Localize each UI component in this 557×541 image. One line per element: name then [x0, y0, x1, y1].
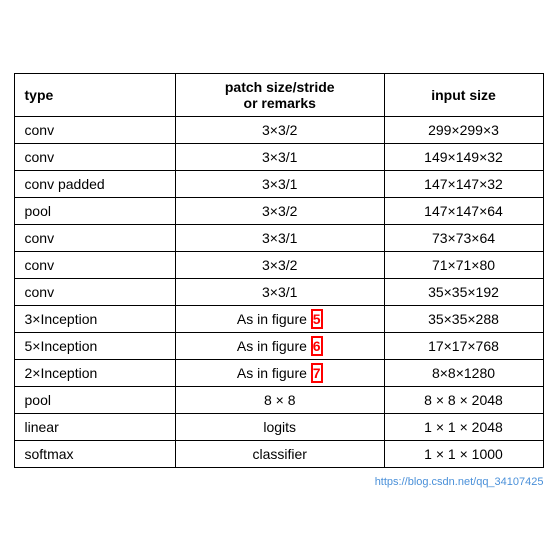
cell-patch: 3×3/1 — [175, 225, 384, 252]
col-header-patch-line2: or remarks — [244, 95, 316, 111]
cell-patch: logits — [175, 414, 384, 441]
watermark: https://blog.csdn.net/qq_34107425 — [375, 476, 544, 488]
table-row: linearlogits1 × 1 × 2048 — [14, 414, 543, 441]
cell-input: 299×299×3 — [384, 117, 543, 144]
cell-input: 17×17×768 — [384, 333, 543, 360]
col-header-input: input size — [384, 74, 543, 117]
table-row: conv3×3/2299×299×3 — [14, 117, 543, 144]
table-row: 3×InceptionAs in figure 535×35×288 — [14, 306, 543, 333]
cell-type: conv — [14, 225, 175, 252]
table-row: softmaxclassifier1 × 1 × 1000 — [14, 441, 543, 468]
cell-input: 8×8×1280 — [384, 360, 543, 387]
patch-prefix: As in figure — [237, 311, 311, 327]
cell-input: 35×35×192 — [384, 279, 543, 306]
cell-input: 149×149×32 — [384, 144, 543, 171]
table-row: conv3×3/173×73×64 — [14, 225, 543, 252]
cell-type: conv — [14, 117, 175, 144]
patch-prefix: As in figure — [237, 365, 311, 381]
cell-patch: 3×3/1 — [175, 171, 384, 198]
table-row: conv padded3×3/1147×147×32 — [14, 171, 543, 198]
cell-type: conv — [14, 252, 175, 279]
cell-type: conv padded — [14, 171, 175, 198]
cell-type: pool — [14, 198, 175, 225]
cell-type: 5×Inception — [14, 333, 175, 360]
patch-number: 5 — [311, 309, 323, 329]
cell-input: 35×35×288 — [384, 306, 543, 333]
cell-input: 73×73×64 — [384, 225, 543, 252]
cell-type: 3×Inception — [14, 306, 175, 333]
cell-patch: As in figure 6 — [175, 333, 384, 360]
cell-patch: As in figure 5 — [175, 306, 384, 333]
table-row: conv3×3/135×35×192 — [14, 279, 543, 306]
architecture-table: type patch size/stride or remarks input … — [14, 73, 544, 468]
cell-type: linear — [14, 414, 175, 441]
cell-input: 1 × 1 × 1000 — [384, 441, 543, 468]
table-row: pool8 × 88 × 8 × 2048 — [14, 387, 543, 414]
table-row: conv3×3/271×71×80 — [14, 252, 543, 279]
table-row: 5×InceptionAs in figure 617×17×768 — [14, 333, 543, 360]
table-row: 2×InceptionAs in figure 78×8×1280 — [14, 360, 543, 387]
cell-input: 147×147×64 — [384, 198, 543, 225]
col-header-type: type — [14, 74, 175, 117]
table-row: conv3×3/1149×149×32 — [14, 144, 543, 171]
table-row: pool3×3/2147×147×64 — [14, 198, 543, 225]
cell-patch: 3×3/2 — [175, 252, 384, 279]
patch-prefix: As in figure — [237, 338, 311, 354]
col-header-patch: patch size/stride or remarks — [175, 74, 384, 117]
cell-type: conv — [14, 279, 175, 306]
cell-patch: 3×3/2 — [175, 198, 384, 225]
patch-number: 7 — [311, 363, 323, 383]
table-container: type patch size/stride or remarks input … — [14, 73, 544, 468]
cell-input: 1 × 1 × 2048 — [384, 414, 543, 441]
cell-type: 2×Inception — [14, 360, 175, 387]
cell-input: 8 × 8 × 2048 — [384, 387, 543, 414]
header-row: type patch size/stride or remarks input … — [14, 74, 543, 117]
col-header-patch-line1: patch size/stride — [225, 79, 335, 95]
cell-type: conv — [14, 144, 175, 171]
cell-input: 147×147×32 — [384, 171, 543, 198]
cell-type: softmax — [14, 441, 175, 468]
cell-input: 71×71×80 — [384, 252, 543, 279]
cell-patch: As in figure 7 — [175, 360, 384, 387]
cell-patch: 3×3/1 — [175, 279, 384, 306]
cell-type: pool — [14, 387, 175, 414]
cell-patch: classifier — [175, 441, 384, 468]
patch-number: 6 — [311, 336, 323, 356]
cell-patch: 3×3/2 — [175, 117, 384, 144]
cell-patch: 8 × 8 — [175, 387, 384, 414]
cell-patch: 3×3/1 — [175, 144, 384, 171]
